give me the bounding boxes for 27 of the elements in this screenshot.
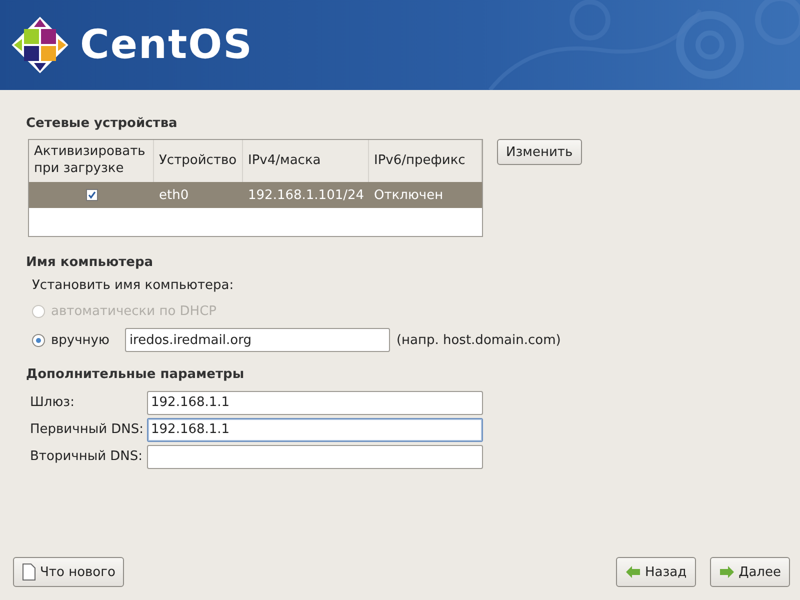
hint-text: (напр. host.domain.com): [396, 332, 561, 348]
forward-arrow-icon: [718, 565, 735, 579]
radio-label[interactable]: вручную: [51, 332, 110, 348]
radio-button[interactable]: [32, 334, 45, 346]
back-arrow-icon: [624, 565, 641, 579]
table-row[interactable]: eth0 192.168.1.101/24 Отключен: [29, 182, 482, 208]
section-title: Сетевые устройства: [26, 116, 178, 131]
input-field[interactable]: 192.168.1.1: [147, 418, 483, 442]
checkbox[interactable]: [86, 189, 98, 201]
hostname-prompt: Установить имя компьютера:: [32, 278, 235, 293]
field-label: Вторичный DNS:: [30, 449, 144, 464]
release-notes-button[interactable]: Что нового: [13, 557, 124, 587]
next-button[interactable]: Далее: [710, 557, 790, 587]
input-field[interactable]: [147, 444, 483, 468]
table-cell-text: eth0: [158, 188, 190, 202]
input-field[interactable]: 192.168.1.1: [147, 390, 483, 414]
table-cell-text: Отключен: [373, 188, 444, 202]
hostname-field[interactable]: iredos.iredmail.org: [125, 328, 390, 352]
logo-text: CentOS: [80, 22, 253, 68]
field-label: Шлюз:: [30, 395, 76, 410]
document-icon: [22, 563, 36, 581]
field-label: Первичный DNS:: [30, 422, 145, 437]
edit-button[interactable]: Изменить: [497, 139, 582, 165]
back-button[interactable]: Назад: [616, 557, 696, 587]
section-title: Дополнительные параметры: [26, 367, 246, 382]
table-cell-text: 192.168.1.101/24: [247, 188, 366, 202]
section-title: Имя компьютера: [26, 255, 154, 270]
